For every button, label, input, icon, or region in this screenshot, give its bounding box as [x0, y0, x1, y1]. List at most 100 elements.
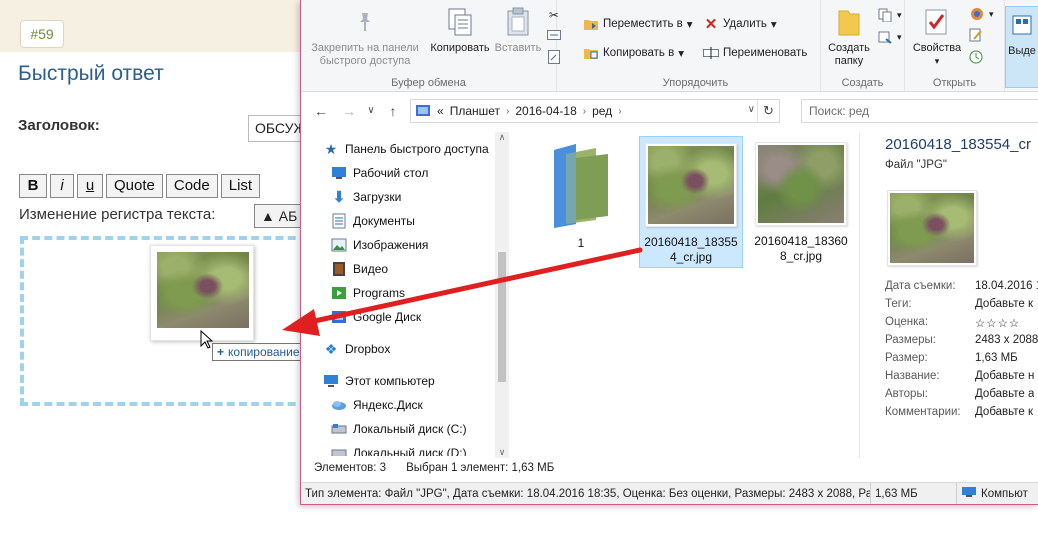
nav-item-label: Видео — [353, 262, 389, 276]
bold-button[interactable]: B — [19, 174, 47, 198]
bbcode-toolbar: B i u Quote Code List — [19, 174, 261, 198]
prop-value: 1,63 МБ — [975, 352, 1018, 364]
up-arrow-icon[interactable]: ↑ — [384, 102, 402, 120]
rename-button[interactable]: Переименовать — [703, 45, 807, 61]
paste-button[interactable]: Вставить — [493, 6, 543, 55]
prop-key: Размеры: — [885, 334, 936, 346]
nav-item-label: Локальный диск (C:) — [353, 422, 467, 436]
prop-authors[interactable]: Авторы: Добавьте а — [885, 388, 1038, 400]
scroll-up-arrow-icon[interactable]: ∧ — [495, 132, 509, 143]
open-icon[interactable]: ▾ — [969, 6, 994, 22]
breadcrumb-separator-icon: › — [582, 105, 587, 117]
drive-icon — [331, 421, 347, 437]
prop-title[interactable]: Название: Добавьте н — [885, 370, 1038, 382]
computer-icon — [323, 373, 339, 389]
new-item-icon[interactable]: ▾ — [877, 8, 902, 22]
new-group: Создать папку ▾ ▾ Создать — [821, 0, 905, 92]
breadcrumb-overflow[interactable]: « — [437, 104, 444, 118]
refresh-icon[interactable]: ↻ — [757, 100, 779, 122]
cut-icon[interactable]: ✂ — [549, 8, 559, 22]
address-bar[interactable]: « Планшет › 2016-04-18 › ред › ∨ ↻ — [410, 99, 780, 123]
nav-item-quick-access[interactable]: ★ Панель быстрого доступа — [323, 138, 511, 160]
video-icon — [331, 261, 347, 277]
copy-button[interactable]: Копировать — [425, 6, 495, 55]
nav-item-pictures[interactable]: Изображения 📌 — [331, 234, 511, 256]
file-item[interactable]: 20160418_183608_cr.jpg — [749, 136, 853, 264]
prop-rating[interactable]: Оценка: ☆☆☆☆ — [885, 316, 1038, 330]
scrollbar-thumb[interactable] — [498, 252, 506, 382]
nav-item-drive-c[interactable]: Локальный диск (C:) — [331, 418, 511, 440]
move-to-button[interactable]: Переместить в ▾ — [583, 16, 693, 32]
prop-key: Размер: — [885, 352, 928, 364]
nav-item-dropbox[interactable]: ❖ Dropbox — [323, 338, 511, 360]
rating-stars-icon[interactable]: ☆☆☆☆ — [975, 316, 1020, 330]
prop-value: Добавьте к — [975, 406, 1033, 418]
breadcrumb-item[interactable]: ред — [592, 104, 612, 118]
address-history-chevron-icon[interactable]: ∨ — [748, 104, 755, 115]
organize-group-label: Упорядочить — [662, 77, 729, 89]
nav-item-video[interactable]: Видео 📌 — [331, 258, 511, 280]
scroll-down-arrow-icon[interactable]: ∨ — [495, 447, 509, 458]
underline-button[interactable]: u — [77, 174, 103, 198]
prop-date-taken[interactable]: Дата съемки: 18.04.2016 1 — [885, 280, 1038, 292]
details-filename: 20160418_183554_cr — [885, 136, 1031, 153]
organize-group: Переместить в ▾ Копировать в ▾ ✕ Удалить… — [571, 0, 821, 92]
prop-comments[interactable]: Комментарии: Добавьте к — [885, 406, 1038, 418]
file-item-folder[interactable]: 1 — [529, 134, 633, 251]
nav-item-yandex-disk[interactable]: Яндекс.Диск — [331, 394, 511, 416]
file-explorer-window: Закрепить на панели быстрого доступа Коп… — [300, 0, 1038, 505]
select-button[interactable]: Выде — [1005, 6, 1038, 88]
nav-item-label: Google Диск — [353, 310, 422, 324]
dropbox-icon: ❖ — [324, 340, 338, 357]
prop-key: Оценка: — [885, 316, 929, 328]
quote-button[interactable]: Quote — [106, 174, 163, 198]
nav-item-label: Рабочий стол — [353, 166, 429, 180]
italic-button[interactable]: i — [50, 174, 74, 198]
item-location-info: Компьют — [957, 483, 1032, 504]
copy-path-icon[interactable] — [547, 30, 561, 40]
code-button[interactable]: Code — [165, 174, 218, 198]
copy-to-button[interactable]: Копировать в ▾ — [583, 45, 684, 61]
prop-value: 18.04.2016 1 — [975, 280, 1038, 292]
file-item-selected[interactable]: 20160418_183554_cr.jpg — [639, 136, 743, 268]
prop-key: Комментарии: — [885, 406, 961, 418]
list-button[interactable]: List — [220, 174, 261, 198]
pin-quick-access-button[interactable]: Закрепить на панели быстрого доступа — [305, 6, 425, 68]
prop-size: Размер: 1,63 МБ — [885, 352, 1038, 364]
new-group-label: Создать — [841, 77, 884, 89]
recent-chevron-icon[interactable]: ∨ — [362, 102, 380, 120]
nav-item-label: Programs — [353, 286, 406, 300]
navigation-scrollbar[interactable]: ∧ ∨ — [495, 132, 509, 458]
properties-button[interactable]: Свойства ▾ — [909, 6, 965, 68]
delete-button[interactable]: ✕ Удалить ▾ — [703, 16, 777, 33]
clipboard-group-label: Буфер обмена — [391, 77, 466, 89]
easy-access-icon[interactable]: ▾ — [877, 30, 902, 44]
dragged-image-ghost — [150, 245, 254, 341]
navigation-pane: ★ Панель быстрого доступа Рабочий стол 📌… — [315, 136, 511, 456]
prop-key: Авторы: — [885, 388, 928, 400]
nav-item-google-drive[interactable]: Google Диск 📌 — [331, 306, 511, 328]
details-info-bar: Тип элемента: Файл "JPG", Дата съемки: 1… — [301, 482, 1038, 504]
nav-item-this-pc[interactable]: Этот компьютер — [323, 370, 511, 392]
nav-item-downloads[interactable]: ⬇ Загрузки 📌 — [331, 186, 511, 208]
forward-arrow-icon[interactable]: → — [340, 102, 358, 120]
new-folder-button[interactable]: Создать папку — [823, 6, 875, 68]
prop-value: Добавьте а — [975, 388, 1035, 400]
breadcrumb-item[interactable]: Планшет — [450, 104, 500, 118]
history-icon[interactable] — [969, 50, 983, 64]
nav-item-documents[interactable]: Документы 📌 — [331, 210, 511, 232]
nav-item-drive-d[interactable]: Локальный диск (D:) — [331, 442, 511, 456]
nav-item-desktop[interactable]: Рабочий стол 📌 — [331, 162, 511, 184]
edit-icon[interactable] — [969, 28, 983, 42]
details-filetype: Файл "JPG" — [885, 159, 947, 171]
search-input[interactable]: Поиск: ред — [801, 99, 1038, 123]
prop-dimensions: Размеры: 2483 x 2088 — [885, 334, 1038, 346]
post-number-badge[interactable]: #59 — [20, 20, 64, 48]
item-location-label: Компьют — [981, 487, 1028, 500]
prop-tags[interactable]: Теги: Добавьте к — [885, 298, 1038, 310]
nav-item-programs[interactable]: Programs 📌 — [331, 282, 511, 304]
breadcrumb-item[interactable]: 2016-04-18 — [515, 104, 576, 118]
paste-shortcut-icon[interactable] — [548, 50, 560, 64]
back-arrow-icon[interactable]: ← — [312, 102, 330, 120]
pin-icon — [349, 6, 381, 38]
